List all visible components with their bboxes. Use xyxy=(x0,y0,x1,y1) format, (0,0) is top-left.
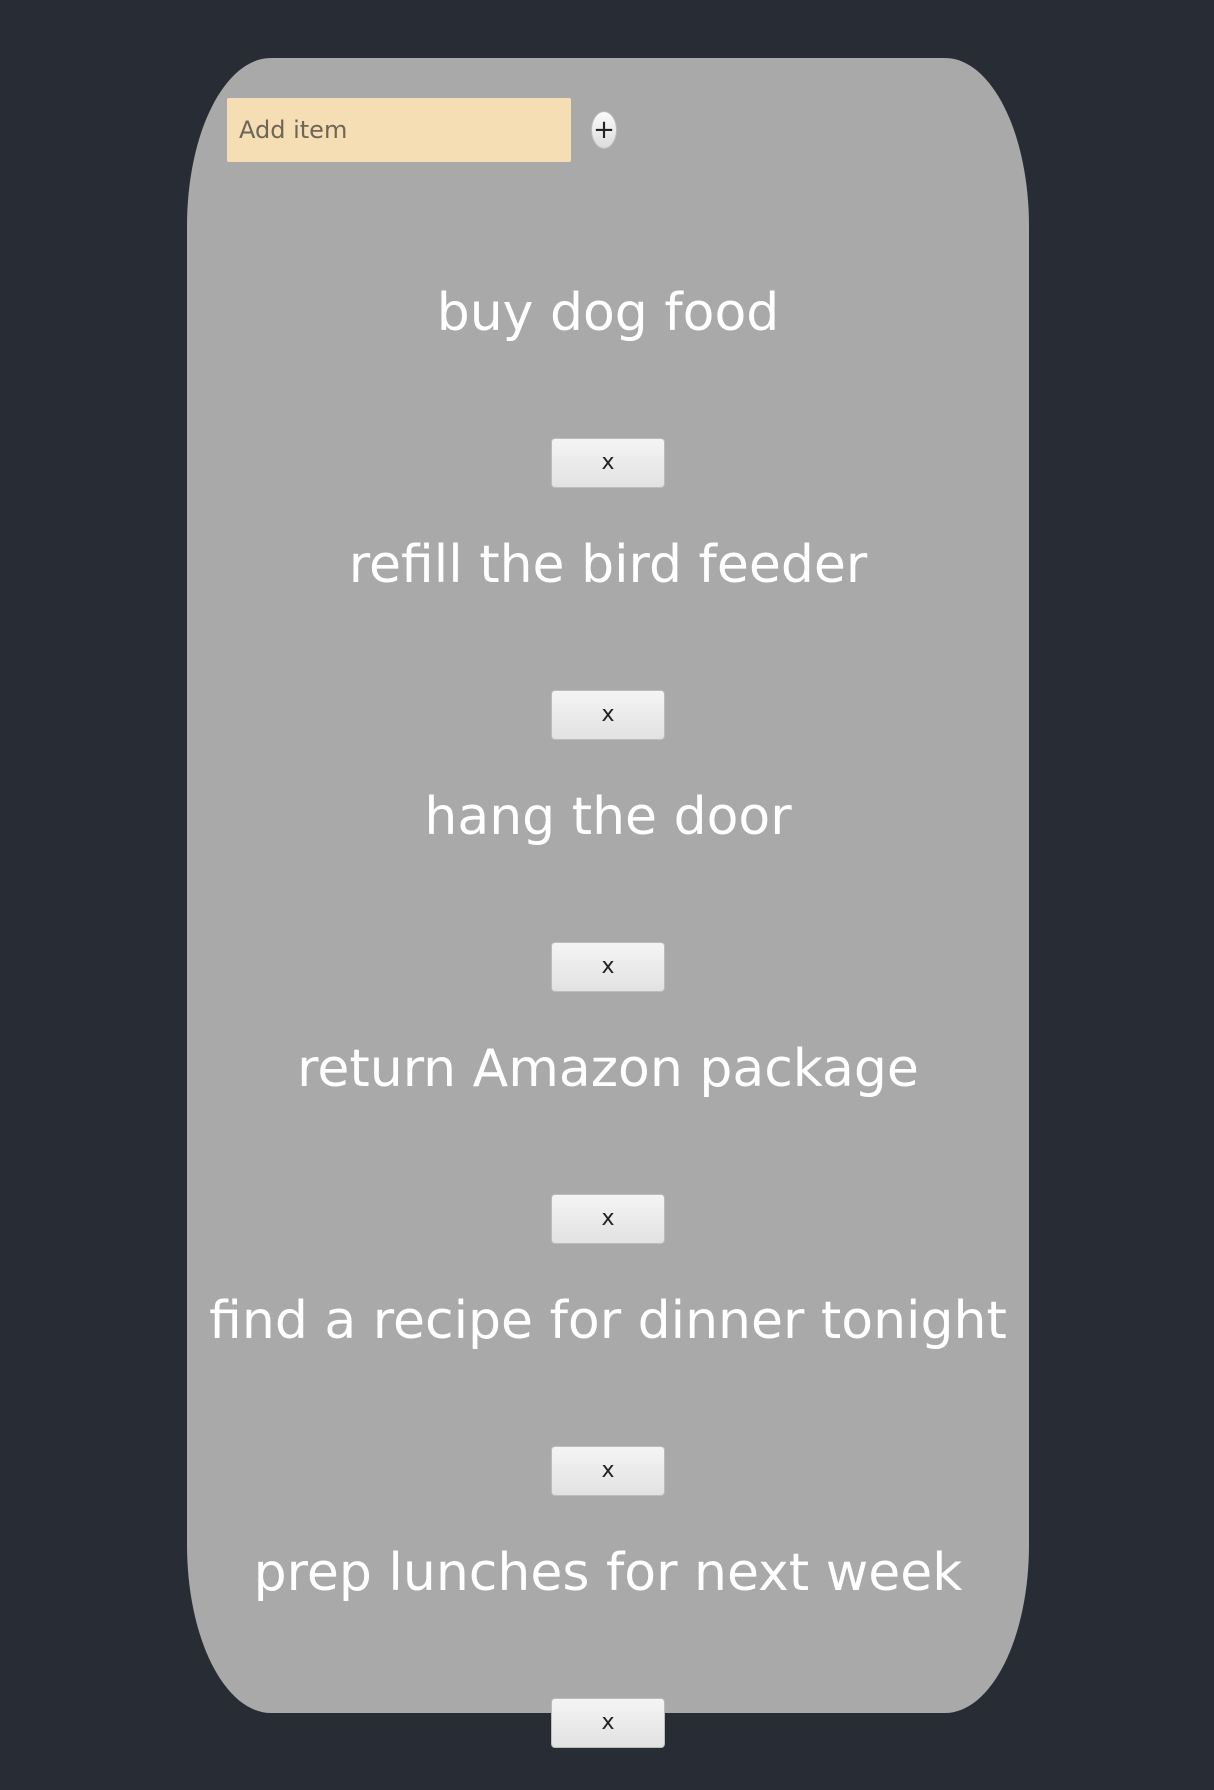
remove-item-button[interactable]: x xyxy=(551,690,665,740)
add-item-form: + xyxy=(227,98,617,162)
todo-item-text: refill the bird feeder xyxy=(348,535,868,595)
todo-item: return Amazon package x xyxy=(187,1034,1029,1286)
todo-item: hang the door x xyxy=(187,782,1029,1034)
todo-card: + buy dog food x refill the bird feeder … xyxy=(187,58,1029,1748)
todo-item-text: buy dog food xyxy=(436,283,780,343)
todo-list: buy dog food x refill the bird feeder x … xyxy=(187,278,1029,1790)
add-item-input[interactable] xyxy=(227,98,571,162)
remove-item-button[interactable]: x xyxy=(551,942,665,992)
remove-item-button[interactable]: x xyxy=(551,1698,665,1748)
todo-item-text: return Amazon package xyxy=(297,1039,919,1099)
todo-item: prep lunches for next week x xyxy=(187,1538,1029,1790)
todo-item: buy dog food x xyxy=(187,278,1029,530)
remove-item-button[interactable]: x xyxy=(551,1194,665,1244)
remove-item-button[interactable]: x xyxy=(551,438,665,488)
todo-item: refill the bird feeder x xyxy=(187,530,1029,782)
todo-item: find a recipe for dinner tonight x xyxy=(187,1286,1029,1538)
add-item-button[interactable]: + xyxy=(591,111,617,149)
todo-item-text: prep lunches for next week xyxy=(253,1543,963,1603)
todo-item-text: hang the door xyxy=(424,787,792,847)
remove-item-button[interactable]: x xyxy=(551,1446,665,1496)
todo-item-text: find a recipe for dinner tonight xyxy=(209,1291,1007,1351)
